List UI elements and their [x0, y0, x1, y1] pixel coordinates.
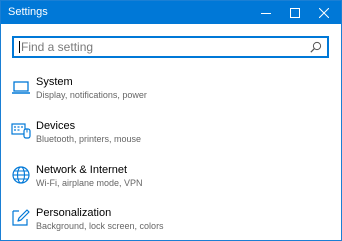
settings-item-network[interactable]: Network & Internet Wi-Fi, airplane mode,…	[1, 164, 341, 204]
settings-item-devices[interactable]: Devices Bluetooth, printers, mouse	[1, 120, 341, 160]
settings-item-personalization[interactable]: Personalization Background, lock screen,…	[1, 207, 341, 240]
minimize-icon	[260, 12, 271, 14]
devices-icon	[11, 123, 31, 139]
item-label: System	[36, 76, 73, 88]
globe-icon	[12, 166, 30, 184]
maximize-button[interactable]	[280, 1, 309, 24]
pen-icon	[12, 209, 30, 226]
item-label: Devices	[36, 120, 76, 132]
item-description: Bluetooth, printers, mouse	[36, 134, 142, 144]
title-bar[interactable]: Settings	[1, 1, 341, 24]
settings-window: Settings System	[0, 0, 342, 241]
text-caret	[19, 41, 20, 53]
close-button[interactable]	[309, 1, 338, 24]
search-input[interactable]	[14, 38, 311, 56]
maximize-icon	[289, 7, 300, 18]
item-label: Network & Internet	[36, 164, 128, 176]
item-description: Background, lock screen, colors	[36, 221, 164, 231]
minimize-button[interactable]	[251, 1, 280, 24]
search-box[interactable]	[12, 36, 329, 58]
settings-item-system[interactable]: System Display, notifications, power	[1, 76, 341, 116]
item-description: Display, notifications, power	[36, 90, 147, 100]
item-description: Wi-Fi, airplane mode, VPN	[36, 178, 143, 188]
window-title: Settings	[8, 6, 48, 18]
close-icon	[318, 7, 329, 18]
laptop-icon	[12, 81, 30, 94]
search-icon[interactable]	[310, 41, 322, 53]
item-label: Personalization	[36, 207, 112, 219]
